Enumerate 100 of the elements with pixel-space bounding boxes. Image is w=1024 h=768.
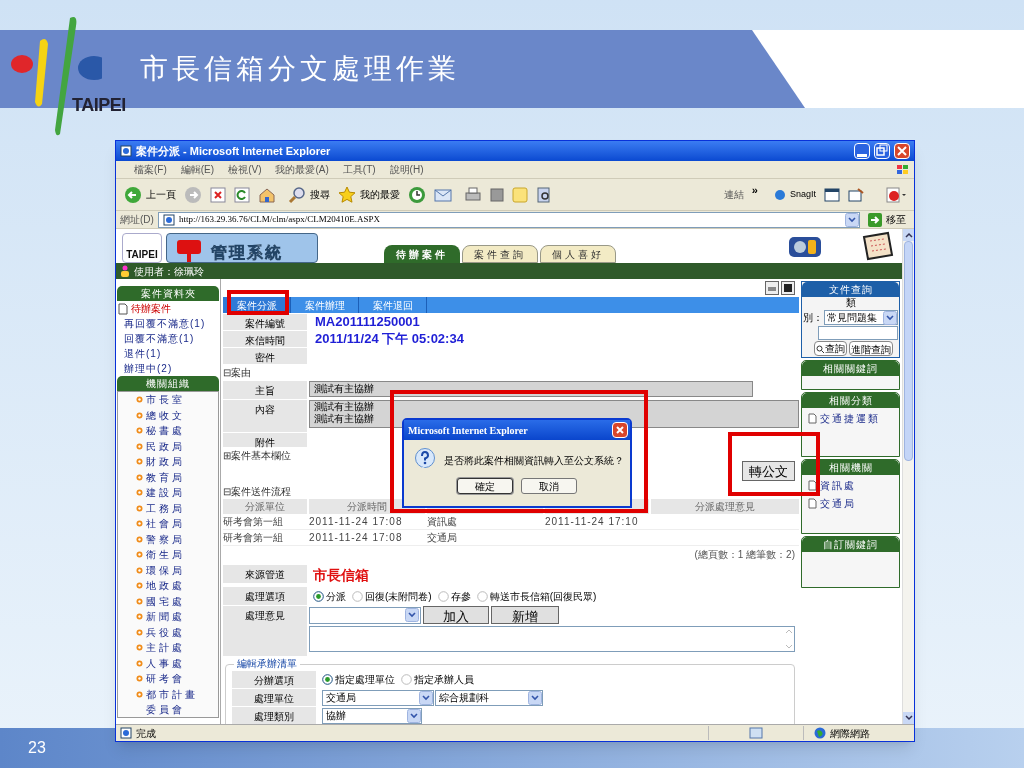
agency-link[interactable]: 警察局: [146, 531, 185, 547]
dropdown-icon: [528, 690, 542, 705]
save-icon[interactable]: [781, 281, 795, 295]
folder-link[interactable]: 退件(1): [124, 346, 162, 361]
radio-button[interactable]: [437, 590, 449, 602]
agency-link[interactable]: 民政局: [146, 438, 185, 454]
radio-button[interactable]: [313, 590, 324, 602]
research-icon[interactable]: [536, 185, 552, 204]
cancel-button[interactable]: 取消: [521, 478, 577, 494]
search-field[interactable]: [817, 326, 898, 340]
folder-link[interactable]: 回覆不滿意(1): [124, 331, 195, 346]
radio-button[interactable]: [401, 674, 412, 685]
ok-button[interactable]: 確定: [457, 478, 513, 494]
folder-link[interactable]: 待辦案件: [131, 301, 171, 316]
refresh-icon[interactable]: [234, 186, 250, 203]
section-toggle[interactable]: ⊟案件送件流程: [223, 483, 291, 499]
window-icon[interactable]: [824, 187, 840, 202]
dialog-title: Microsoft Internet Explorer: [408, 423, 528, 438]
home-icon[interactable]: [258, 186, 276, 203]
printer-icon[interactable]: [464, 186, 482, 203]
scroll-thumb[interactable]: [904, 241, 913, 461]
site-tab[interactable]: 待辦案件: [384, 245, 460, 263]
minimize-button[interactable]: [854, 143, 870, 159]
field-label: 來信時間: [223, 331, 307, 347]
address-field[interactable]: http://163.29.36.76/CLM/clm/aspx/CLM20410E.ASPX: [157, 211, 860, 228]
more-links-button[interactable]: »: [751, 182, 758, 199]
menu-item[interactable]: 工具(T): [342, 162, 376, 177]
history-icon[interactable]: [408, 185, 426, 204]
search-button[interactable]: 搜尋: [288, 185, 330, 204]
menu-item[interactable]: 編輯(E): [180, 162, 215, 177]
address-label: 網址(D): [120, 213, 154, 227]
agency-link[interactable]: 地政處: [146, 578, 185, 593]
agency-link[interactable]: 社會局: [146, 516, 185, 531]
stop-icon[interactable]: [210, 186, 226, 203]
go-button[interactable]: 移至: [864, 212, 910, 227]
radio-label: 存參: [450, 589, 471, 604]
printer-icon[interactable]: [765, 281, 779, 295]
bullet-icon: [136, 582, 143, 589]
agency-link[interactable]: 市長室: [146, 392, 185, 407]
add-button[interactable]: 加入: [423, 606, 489, 624]
agency-link[interactable]: 建設局: [146, 485, 185, 500]
section-toggle[interactable]: ⊟案由: [223, 364, 251, 380]
related-link[interactable]: 交通捷運類: [820, 411, 880, 426]
agency-link[interactable]: 兵役處: [146, 624, 185, 640]
radio-button[interactable]: [322, 674, 333, 685]
related-link[interactable]: 交通局: [820, 496, 856, 511]
panel-header: 相關機關: [802, 460, 899, 475]
agency-link[interactable]: 總收文: [146, 407, 185, 423]
menu-item[interactable]: 檢視(V): [228, 162, 262, 177]
agency-link[interactable]: 主計處: [146, 640, 185, 655]
site-tab[interactable]: 個人喜好: [540, 245, 616, 263]
transfer-button[interactable]: 轉公文: [742, 461, 795, 481]
favorites-button[interactable]: 我的最愛: [338, 185, 400, 204]
restore-button[interactable]: [874, 143, 890, 159]
agency-link[interactable]: 人事處: [146, 655, 185, 671]
question-icon: [414, 448, 436, 472]
opinion-select[interactable]: [309, 606, 421, 624]
column-header: 分派單位: [223, 499, 307, 514]
bullet-icon: [136, 504, 143, 512]
site-tab[interactable]: 案件查詢: [462, 245, 538, 263]
snagit-button[interactable]: SnagIt: [773, 187, 816, 202]
select-field[interactable]: 交通局: [322, 689, 434, 706]
arrow-icon: [868, 212, 882, 227]
agency-link[interactable]: 衛生局: [146, 547, 185, 562]
select-field[interactable]: 綜合規劃科: [435, 689, 543, 706]
field-label: 處理選項: [223, 587, 307, 605]
menu-item[interactable]: 檔案(F): [134, 162, 167, 177]
agency-link[interactable]: 環保局: [146, 562, 185, 578]
search-icon: [816, 344, 824, 353]
menu-item[interactable]: 我的最愛(A): [275, 162, 329, 177]
close-button[interactable]: [612, 422, 628, 438]
edit-window-icon[interactable]: [848, 187, 864, 202]
section-toggle[interactable]: ⊞案件基本欄位: [223, 448, 291, 463]
select-field[interactable]: 協辦: [322, 707, 422, 724]
folder-link[interactable]: 辦理中(2): [124, 361, 173, 376]
menu-item[interactable]: 說明(H): [389, 162, 424, 177]
back-button[interactable]: 上一頁: [124, 185, 176, 204]
radio-button[interactable]: [476, 590, 488, 602]
category-select[interactable]: 常見問題集: [824, 310, 898, 325]
agency-link[interactable]: 秘書處: [146, 423, 185, 438]
agency-link[interactable]: 工務局: [146, 500, 185, 516]
folder-link[interactable]: 再回覆不滿意(1): [124, 316, 206, 331]
agency-link[interactable]: 國宅處: [146, 593, 185, 609]
bullet-icon: [136, 520, 143, 527]
close-button[interactable]: [894, 143, 910, 159]
agency-link[interactable]: 新聞處: [146, 609, 185, 624]
related-link[interactable]: 資訊處: [820, 478, 856, 493]
agency-link[interactable]: 都市計畫委員會: [146, 686, 208, 717]
document-icon[interactable]: [490, 186, 504, 203]
radio-button[interactable]: [352, 590, 363, 602]
panel-header: 相關關鍵詞: [802, 361, 899, 376]
agency-link[interactable]: 教育局: [146, 469, 185, 485]
query-button[interactable]: 查詢: [814, 341, 847, 356]
agency-link[interactable]: 研考會: [146, 671, 185, 686]
opinion-textarea[interactable]: [309, 626, 795, 652]
agency-link[interactable]: 財政局: [146, 454, 185, 469]
vertical-scrollbar[interactable]: [902, 229, 914, 724]
advanced-search-button[interactable]: 進階查詢: [849, 341, 893, 356]
new-button[interactable]: 新增: [491, 606, 559, 624]
field-label: 處理單位: [232, 689, 316, 706]
